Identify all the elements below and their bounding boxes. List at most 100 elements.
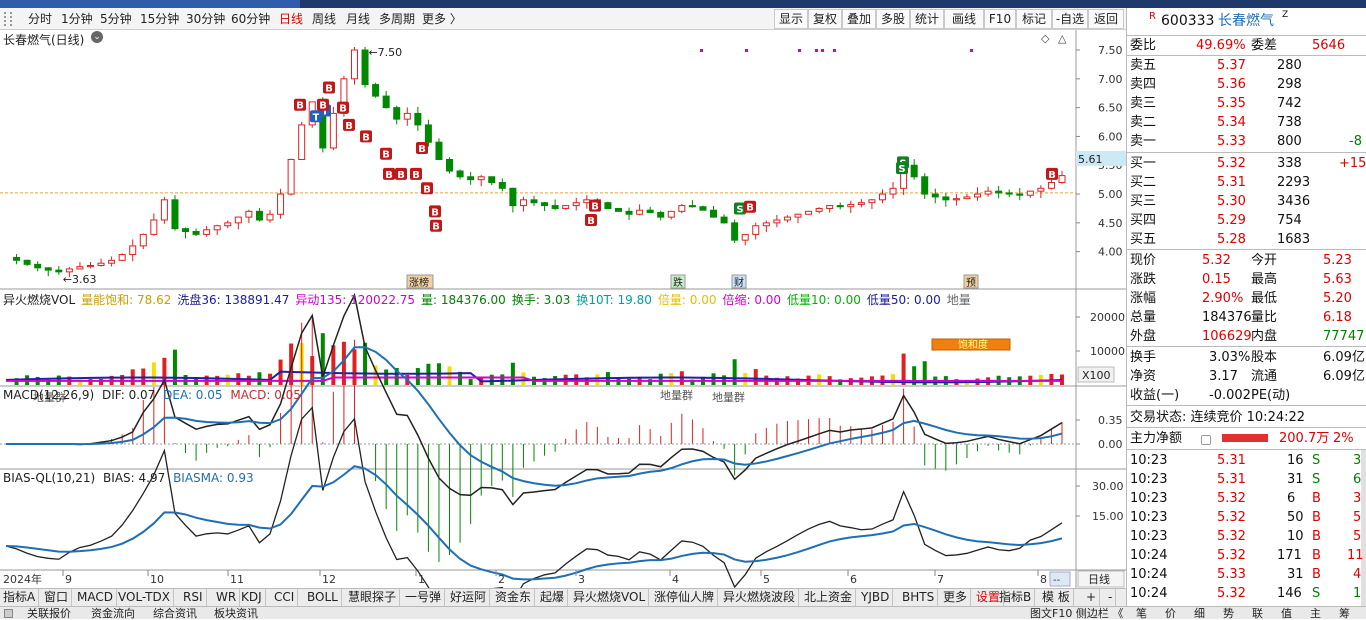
chart-area[interactable]: 7.507.006.506.005.505.004.504.005.61←7.5… (0, 30, 1126, 616)
candle-body (192, 231, 200, 235)
vol-stat: 地量 (946, 293, 971, 307)
candle-body (65, 268, 73, 273)
overlay-button[interactable]: 叠加 (842, 9, 876, 29)
tick-time: 10:24 (1130, 586, 1168, 601)
min-price-label: ←3.63 (63, 273, 97, 286)
tick-direction: S (1312, 453, 1321, 468)
candle-body (55, 269, 63, 273)
indicator-tab[interactable]: 异火燃烧波段 (720, 589, 800, 607)
vol-unit: X100 (1082, 369, 1111, 382)
indicator-tab[interactable]: 指标A (0, 589, 40, 607)
back-button[interactable]: 返回 (1088, 9, 1124, 29)
tick-volume: 31 (1287, 472, 1304, 487)
tick-price: 5.33 (1217, 567, 1246, 582)
indicator-tab[interactable]: VOL-TDX (115, 589, 174, 607)
main-chart-title: 长春燃气(日线) (3, 33, 85, 47)
x-month-label: 8 (1040, 573, 1047, 586)
candle-body (805, 210, 813, 215)
indicator-tab[interactable]: 更多 (940, 589, 972, 607)
indicator-tab[interactable]: 好运阿 (447, 589, 491, 607)
side-tab[interactable]: 联 (1252, 607, 1263, 620)
draw-button[interactable]: 画线 (944, 9, 984, 29)
multi-stock-button[interactable]: 多股 (876, 9, 910, 29)
candle-body (931, 193, 939, 198)
candle-body (667, 210, 675, 218)
toolbar-grip[interactable] (4, 12, 12, 26)
chart-options-icon[interactable]: ⌄ (91, 31, 103, 43)
indicator-tab[interactable]: WR (213, 589, 241, 607)
top-marker (833, 49, 836, 52)
vol-stat: 倍量: 0.00 (657, 293, 717, 307)
main-net-toggle-icon[interactable] (1201, 435, 1211, 445)
adjust-button[interactable]: 复权 (808, 9, 842, 29)
signal-letter: B (397, 170, 405, 181)
x-month-label: 10 (150, 573, 164, 586)
ask-row: 卖一 5.33 800 -8 (1127, 132, 1366, 151)
remove-watchlist-button[interactable]: -自选 (1052, 9, 1088, 29)
period-more[interactable]: 更多 〉 (422, 10, 462, 28)
indicator-tab-right[interactable]: - (1105, 589, 1117, 607)
period-15min[interactable]: 15分钟 (140, 10, 179, 28)
indicator-tab[interactable]: RSI (180, 589, 207, 607)
side-tab[interactable]: 筹 (1339, 607, 1350, 620)
indicator-tab-right[interactable]: + (1083, 589, 1101, 607)
side-tab[interactable]: 价 (1165, 607, 1176, 620)
candle-body (266, 213, 274, 221)
side-tab[interactable]: 细 (1194, 607, 1205, 620)
period-multi[interactable]: 多周期 (379, 10, 415, 28)
diamond-icon[interactable]: ◇ (1041, 32, 1049, 45)
status-toggle-icon[interactable] (4, 609, 13, 618)
status-fundflow[interactable]: 资金流向 (91, 607, 135, 620)
f10-button[interactable]: F10 (984, 9, 1016, 29)
indicator-tab[interactable]: KDJ (238, 589, 266, 607)
side-tab[interactable]: 势 (1223, 607, 1234, 620)
side-tab[interactable]: 主 (1310, 607, 1321, 620)
status-news[interactable]: 综合资讯 (153, 607, 197, 620)
period-30min[interactable]: 30分钟 (186, 10, 225, 28)
ask-row: 卖四 5.36 298 (1127, 75, 1366, 94)
period-fenshi[interactable]: 分时 (28, 10, 52, 28)
side-tab[interactable]: 笔 (1136, 607, 1147, 620)
side-tab[interactable]: 值 (1281, 607, 1292, 620)
period-5min[interactable]: 5分钟 (100, 10, 132, 28)
vol-stat: 量: 184376.00 (421, 293, 506, 307)
up-arrow-icon[interactable]: △ (1058, 32, 1066, 45)
quote-header: R 600333 长春燃气 Z (1127, 8, 1366, 34)
signal-letter: B (339, 104, 347, 115)
period-weekly[interactable]: 周线 (312, 10, 336, 28)
stats-button[interactable]: 统计 (910, 9, 944, 29)
indicator-tab[interactable]: 涨停仙人牌 (651, 589, 719, 607)
indicator-tab[interactable]: 北上资金 (801, 589, 857, 607)
indicator-tab[interactable]: 异火燃烧VOL (570, 589, 650, 607)
display-button[interactable]: 显示 (774, 9, 808, 29)
period-daily[interactable]: 日线 (279, 10, 303, 28)
macd-title: MACD(12,26,9) (3, 388, 95, 402)
macd-dea: DEA: 0.05 (163, 388, 223, 402)
bid-volume: 338 (1277, 156, 1302, 171)
indicator-tab[interactable]: 窗口 (41, 589, 73, 607)
indicator-tab[interactable]: BOLL (304, 589, 342, 607)
status-sidebar[interactable]: 图文F10 侧边栏 《 (1030, 607, 1123, 620)
indicator-tab[interactable]: 慧眼探子 (345, 589, 401, 607)
stat-label: 总量 (1130, 310, 1157, 325)
kline-chart-svg[interactable]: 7.507.006.506.005.505.004.504.005.61←7.5… (0, 30, 1126, 616)
tick-count: 11 (1347, 548, 1364, 563)
indicator-tab-right[interactable]: 模 板 (1039, 589, 1074, 607)
indicator-tab[interactable]: 一号弹 (402, 589, 446, 607)
y-tick-label: 7.00 (1098, 73, 1123, 86)
indicator-tab[interactable]: 资金东 (492, 589, 536, 607)
period-60min[interactable]: 60分钟 (231, 10, 270, 28)
indicator-tab[interactable]: MACD (74, 589, 117, 607)
indicator-tab-right[interactable]: 指标B (996, 589, 1036, 607)
indicator-tab[interactable]: BHTS (899, 589, 939, 607)
indicator-tab[interactable]: YJBD (858, 589, 894, 607)
status-quote[interactable]: 关联报价 (27, 607, 71, 620)
indicator-tab[interactable]: 起爆 (537, 589, 569, 607)
period-monthly[interactable]: 月线 (346, 10, 370, 28)
mark-button[interactable]: 标记 (1016, 9, 1052, 29)
period-1min[interactable]: 1分钟 (61, 10, 93, 28)
status-sector[interactable]: 板块资讯 (214, 607, 258, 620)
stock-name[interactable]: 长春燃气 (1218, 8, 1274, 34)
indicator-tab[interactable]: CCI (271, 589, 299, 607)
candle-body (794, 213, 802, 218)
